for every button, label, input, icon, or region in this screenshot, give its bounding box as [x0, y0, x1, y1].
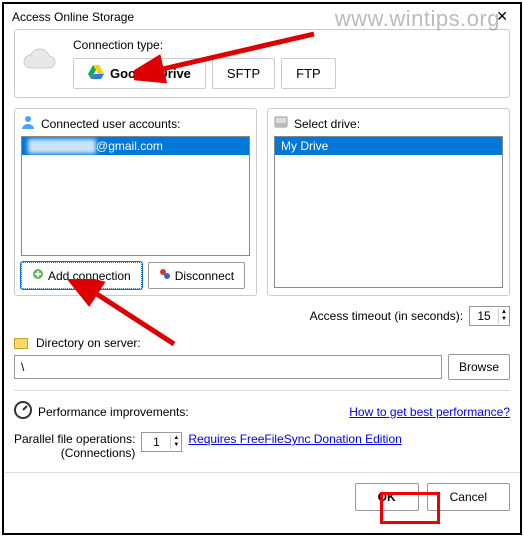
add-connection-button[interactable]: Add connection — [21, 262, 142, 289]
ok-button[interactable]: OK — [355, 483, 419, 511]
plus-icon — [32, 268, 44, 283]
folder-icon — [14, 338, 28, 349]
tab-google-drive[interactable]: Google Drive — [73, 58, 206, 89]
close-icon[interactable]: ✕ — [492, 8, 512, 25]
user-icon — [21, 115, 35, 132]
browse-button[interactable]: Browse — [448, 354, 510, 380]
select-drive-label: Select drive: — [294, 117, 360, 131]
spin-up-icon[interactable]: ▲ — [171, 435, 181, 442]
timeout-spinner[interactable]: ▲▼ — [469, 306, 510, 326]
disconnect-button[interactable]: Disconnect — [148, 262, 245, 289]
tab-sftp[interactable]: SFTP — [212, 58, 275, 89]
parallel-label-2: (Connections) — [14, 446, 135, 460]
parallel-input[interactable] — [142, 433, 170, 451]
accounts-label: Connected user accounts: — [41, 117, 180, 131]
cancel-button[interactable]: Cancel — [427, 483, 510, 511]
drive-icon — [274, 115, 288, 132]
connection-type-label: Connection type: — [73, 38, 501, 52]
cloud-icon — [23, 48, 57, 77]
directory-label: Directory on server: — [36, 336, 141, 350]
tab-ftp[interactable]: FTP — [281, 58, 336, 89]
spin-down-icon[interactable]: ▼ — [499, 316, 509, 323]
timeout-label: Access timeout (in seconds): — [310, 309, 463, 323]
tab-label: Google Drive — [110, 66, 191, 81]
performance-link[interactable]: How to get best performance? — [349, 405, 510, 419]
parallel-label-1: Parallel file operations: — [14, 432, 135, 446]
timeout-input[interactable] — [470, 307, 498, 325]
accounts-list[interactable]: ████████@gmail.com — [21, 136, 250, 256]
drive-item[interactable]: My Drive — [275, 137, 502, 155]
window-title: Access Online Storage — [12, 10, 492, 24]
account-item[interactable]: ████████@gmail.com — [22, 137, 249, 155]
spin-up-icon[interactable]: ▲ — [499, 309, 509, 316]
gauge-icon — [14, 401, 32, 422]
spin-down-icon[interactable]: ▼ — [171, 442, 181, 449]
account-blurred: ████████ — [28, 139, 96, 153]
directory-input[interactable] — [14, 355, 442, 379]
donation-link[interactable]: Requires FreeFileSync Donation Edition — [188, 432, 401, 446]
parallel-spinner[interactable]: ▲▼ — [141, 432, 182, 452]
google-drive-icon — [88, 65, 104, 82]
drive-list[interactable]: My Drive — [274, 136, 503, 288]
disconnect-icon — [159, 268, 171, 283]
performance-label: Performance improvements: — [38, 405, 189, 419]
